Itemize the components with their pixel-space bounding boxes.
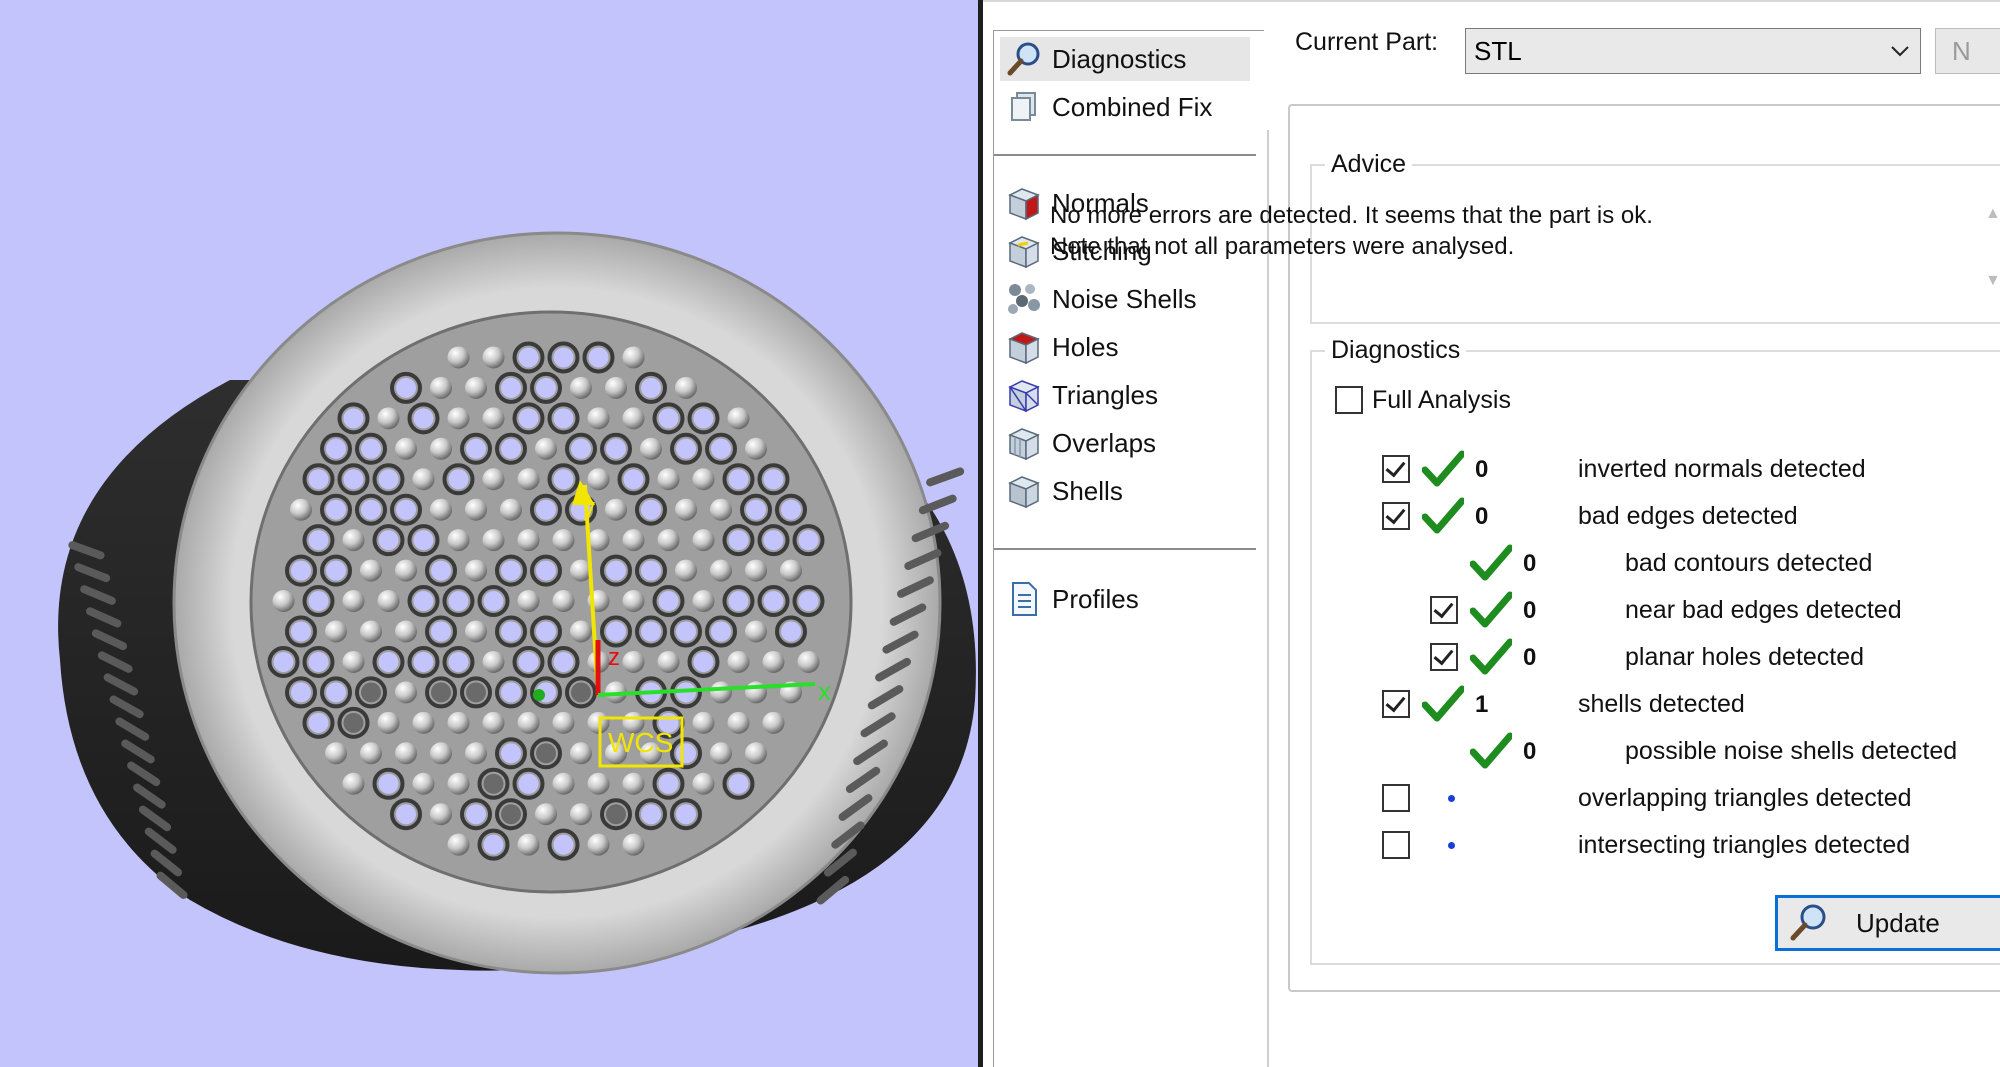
scroll-down-icon[interactable]: ▼ <box>1985 272 2000 290</box>
intersecting-triangles-label: intersecting triangles detected <box>1578 831 1911 859</box>
shells-count: 1 <box>1475 691 1489 718</box>
nav-item-holes[interactable]: Holes <box>1000 325 1250 369</box>
check-icon <box>1422 497 1464 534</box>
3d-viewport[interactable]: WCS x y z <box>0 0 978 1067</box>
axis-y-label: y <box>583 494 595 521</box>
triangles-icon <box>1004 375 1044 415</box>
check-icon <box>1470 544 1512 581</box>
near-bad-edges-count: 0 <box>1523 597 1537 624</box>
noise-shells-label: possible noise shells detected <box>1625 737 1958 765</box>
holes-icon <box>1004 327 1044 367</box>
check-icon <box>1470 591 1512 628</box>
diagnostics-title: Diagnostics <box>1325 336 1467 365</box>
shells-checkbox[interactable] <box>1382 690 1410 718</box>
near-bad-edges-label: near bad edges detected <box>1625 596 1902 624</box>
panel-top-border <box>983 0 2000 2</box>
check-icon <box>1422 685 1464 722</box>
nav-item-shells[interactable]: Shells <box>1000 469 1250 513</box>
current-part-label: Current Part: <box>1295 28 1439 56</box>
normals-icon <box>1004 183 1044 223</box>
pending-dot-icon <box>1448 842 1455 849</box>
current-part-value: STL <box>1474 35 1522 66</box>
pending-dot-icon <box>1448 795 1455 802</box>
bad-edges-label: bad edges detected <box>1578 502 1798 530</box>
axis-z-label: z <box>608 644 620 671</box>
scroll-up-icon[interactable]: ▲ <box>1985 205 2000 223</box>
intersecting-triangles-checkbox[interactable] <box>1382 831 1410 859</box>
check-icon <box>1422 450 1464 487</box>
overlapping-triangles-label: overlapping triangles detected <box>1578 784 1912 812</box>
nav-item-label: Shells <box>1052 475 1123 506</box>
near-bad-edges-checkbox[interactable] <box>1430 596 1458 624</box>
update-button[interactable]: Update <box>1775 895 2000 951</box>
current-part-extra-button[interactable]: N <box>1935 28 2000 74</box>
bad-edges-checkbox[interactable] <box>1382 502 1410 530</box>
wcs-label: WCS <box>608 727 673 758</box>
planar-holes-count: 0 <box>1523 644 1537 671</box>
bad-contours-count: 0 <box>1523 550 1537 577</box>
shells-icon <box>1004 471 1044 511</box>
magnifier-icon <box>1778 903 1838 943</box>
bad-edges-count: 0 <box>1475 503 1489 530</box>
nav-item-label: Overlaps <box>1052 427 1157 458</box>
overlapping-triangles-checkbox[interactable] <box>1382 784 1410 812</box>
planar-holes-checkbox[interactable] <box>1430 643 1458 671</box>
nav-item-label: Profiles <box>1052 583 1139 614</box>
panel-divider <box>1267 130 1269 1067</box>
nav-item-label: Noise Shells <box>1052 283 1197 314</box>
chevron-down-icon <box>1880 45 1920 57</box>
profiles-icon <box>1004 579 1044 619</box>
nav-separator <box>994 154 1256 157</box>
shells-label: shells detected <box>1578 690 1745 718</box>
inverted-normals-label: inverted normals detected <box>1578 455 1866 483</box>
nav-item-profiles[interactable]: Profiles <box>1000 577 1250 621</box>
full-analysis-label: Full Analysis <box>1372 386 1511 414</box>
nav-item-label: Combined Fix <box>1052 91 1213 122</box>
nav-item-label: Triangles <box>1052 379 1158 410</box>
planar-holes-label: planar holes detected <box>1625 643 1865 671</box>
ring-model: WCS x y z <box>58 231 976 975</box>
advice-title: Advice <box>1325 150 1413 179</box>
full-analysis-checkbox[interactable] <box>1335 386 1363 414</box>
repair-nav-list: Diagnostics Combined Fix Normals Stitchi… <box>993 30 1264 1067</box>
noise-shells-icon <box>1004 279 1044 319</box>
combined-fix-icon <box>1004 87 1044 127</box>
nav-item-label: Diagnostics <box>1052 43 1187 74</box>
axis-x-label: x <box>818 676 831 706</box>
check-icon <box>1470 732 1512 769</box>
nav-item-triangles[interactable]: Triangles <box>1000 373 1250 417</box>
stitching-icon <box>1004 231 1044 271</box>
bad-contours-label: bad contours detected <box>1625 549 1873 577</box>
inverted-normals-checkbox[interactable] <box>1382 455 1410 483</box>
nav-item-combined-fix[interactable]: Combined Fix <box>1000 85 1250 129</box>
nav-item-overlaps[interactable]: Overlaps <box>1000 421 1250 465</box>
overlaps-icon <box>1004 423 1044 463</box>
check-icon <box>1470 638 1512 675</box>
nav-item-noise-shells[interactable]: Noise Shells <box>1000 277 1250 321</box>
nav-item-label: Holes <box>1052 331 1119 362</box>
magnifier-icon <box>1004 39 1044 79</box>
advice-text: No more errors are detected. It seems th… <box>1050 202 1653 260</box>
current-part-select[interactable]: STL <box>1465 28 1921 74</box>
nav-separator <box>994 548 1256 551</box>
nav-item-diagnostics[interactable]: Diagnostics <box>1000 37 1250 81</box>
update-label: Update <box>1856 907 1940 938</box>
noise-shells-count: 0 <box>1523 738 1537 765</box>
inverted-normals-count: 0 <box>1475 456 1489 483</box>
